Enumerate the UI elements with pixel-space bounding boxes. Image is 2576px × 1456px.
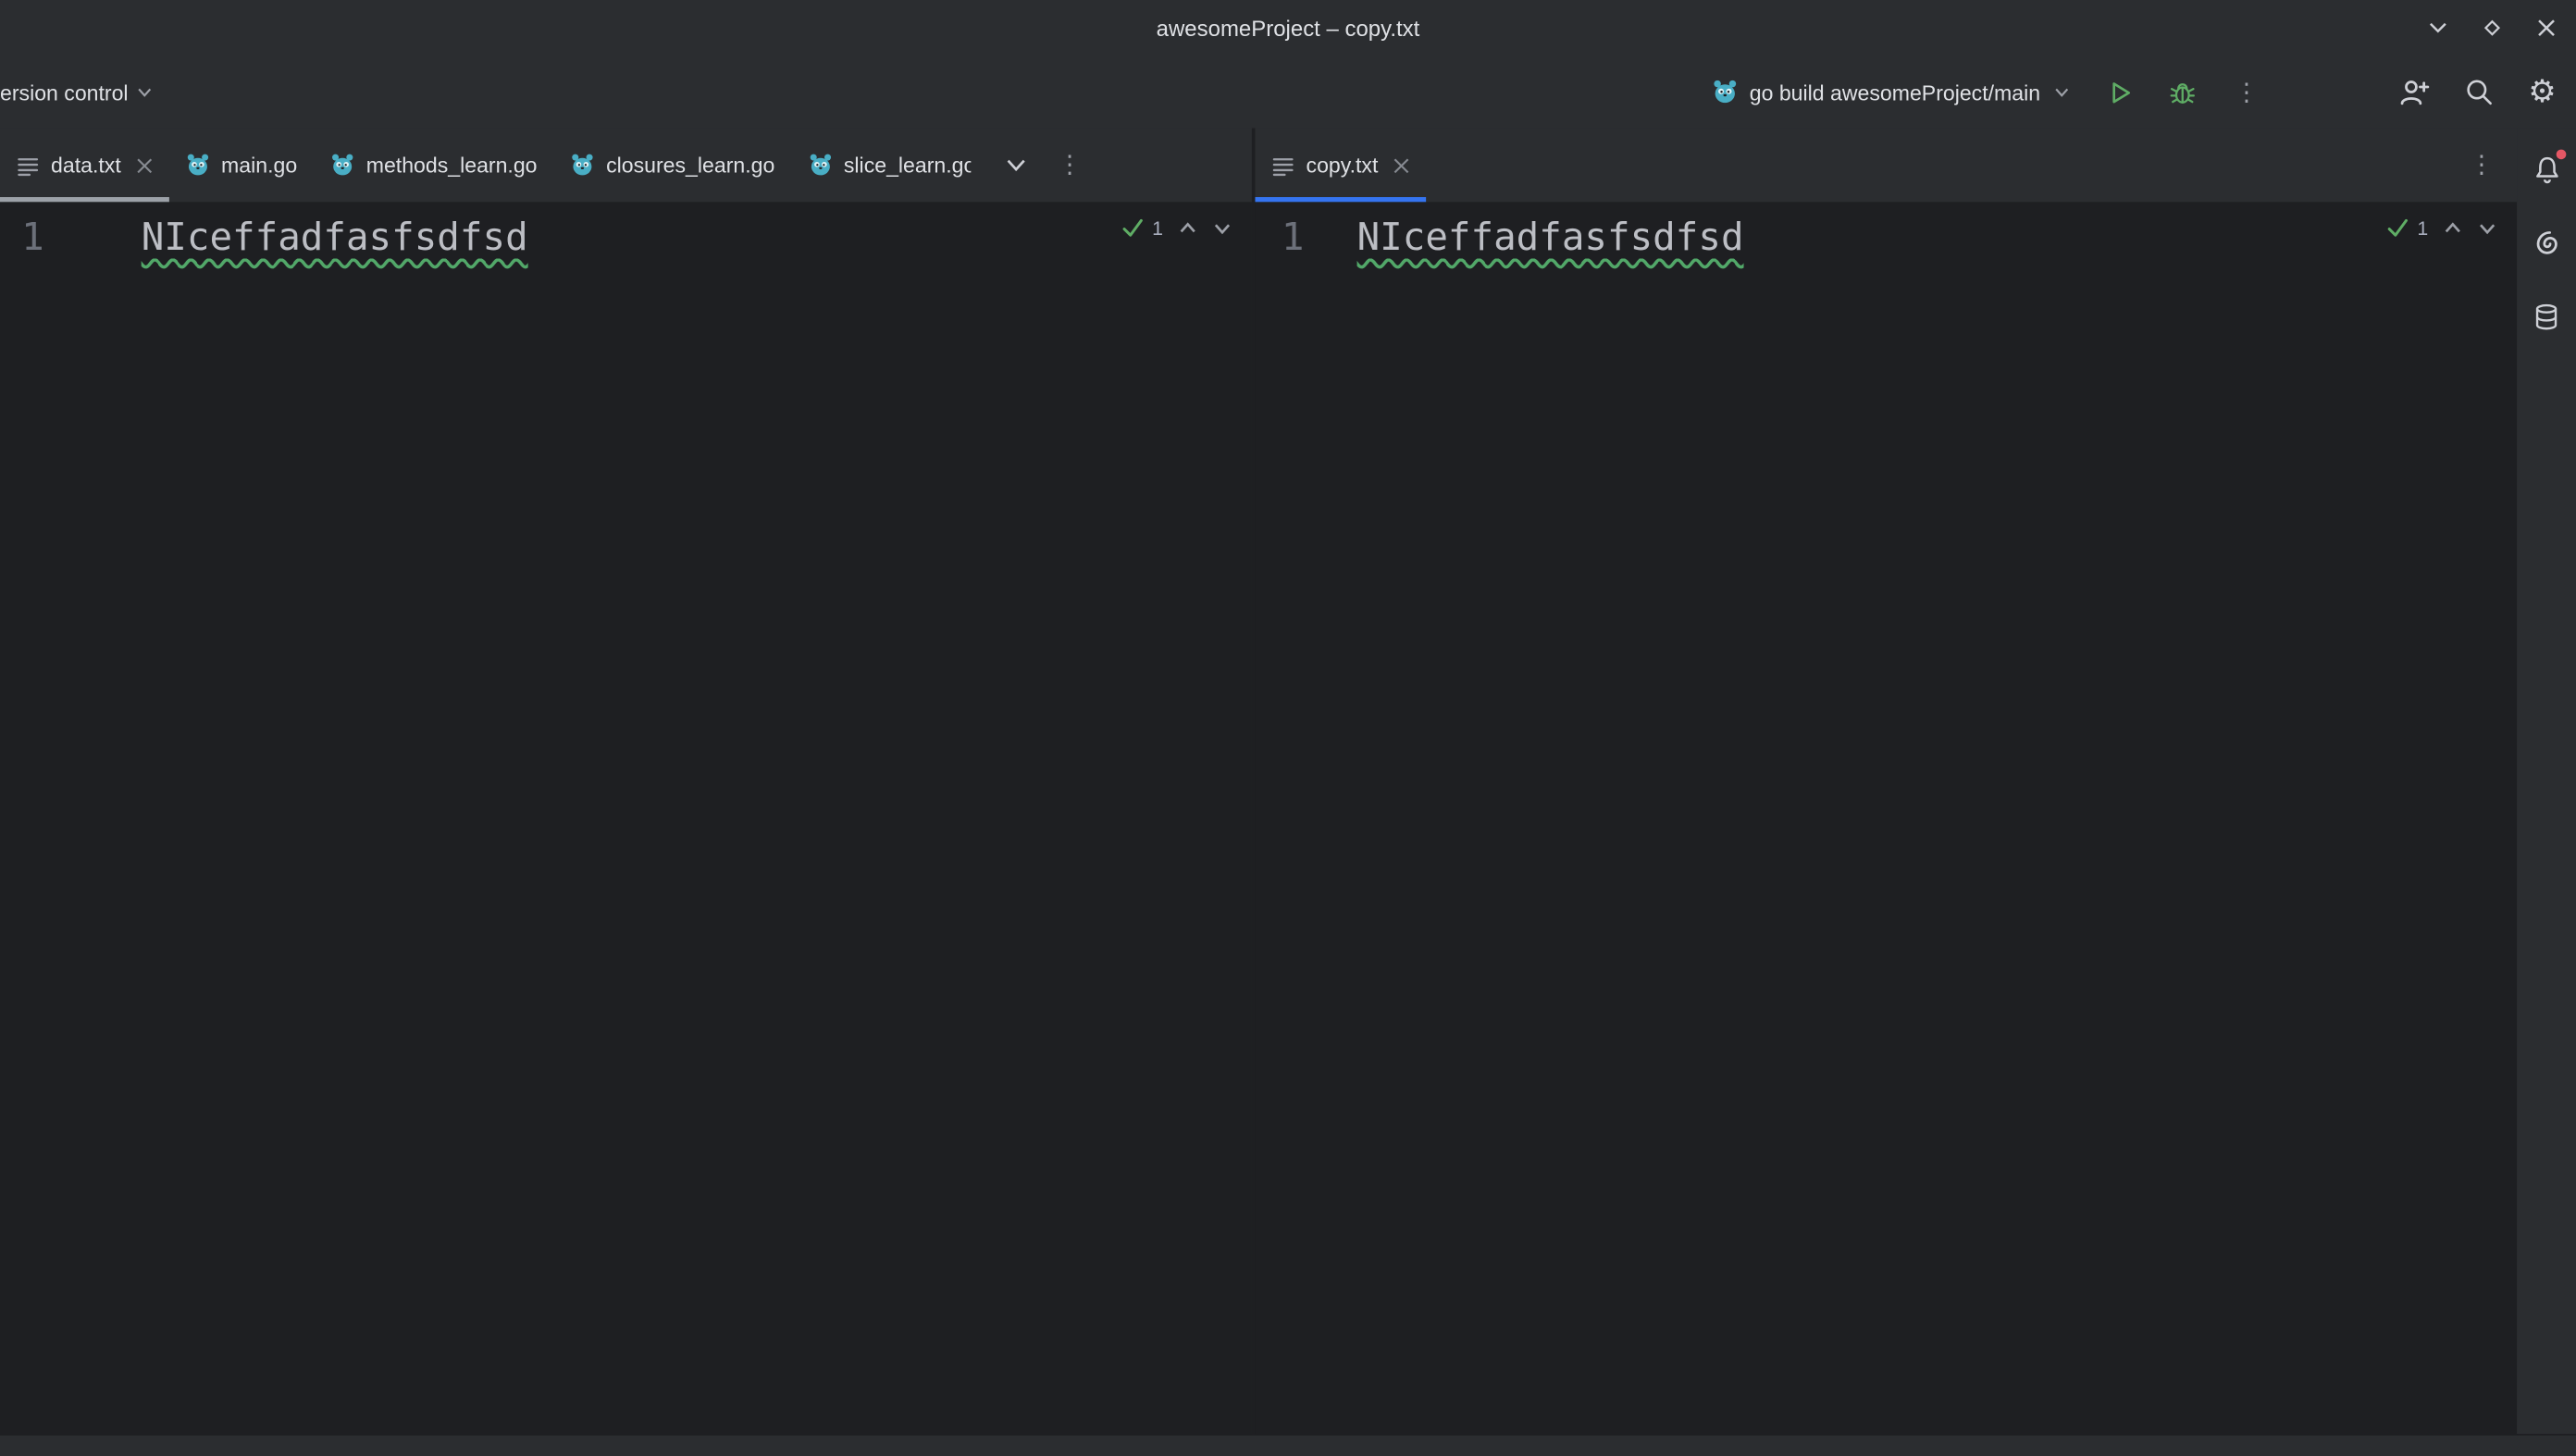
ai-assistant-icon: [2531, 228, 2562, 259]
tab-label: data.txt: [51, 153, 121, 178]
code-line: 1 NIceffadfasfsdfsd: [0, 202, 1252, 261]
tab-strip-right: copy.txt ⋮: [1255, 128, 2517, 202]
maximize-button[interactable]: [2479, 15, 2505, 41]
chevron-down-icon: [2426, 17, 2449, 40]
close-window-button[interactable]: [2533, 15, 2559, 41]
close-tab-button[interactable]: [136, 157, 153, 174]
close-icon: [2536, 19, 2556, 38]
problems-count: 1: [1152, 216, 1163, 239]
minimize-button[interactable]: [2425, 15, 2451, 41]
main-toolbar: ersion control go build awesomeProject/m…: [0, 56, 2576, 128]
prev-problem-button chevron-up-icon[interactable]: [1178, 217, 1197, 237]
inspections-ok-icon[interactable]: [1121, 216, 1146, 241]
title-bar: awesomeProject – copy.txt: [0, 0, 2576, 56]
next-problem-button chevron-down-icon[interactable]: [2477, 217, 2496, 237]
problems-count: 1: [2417, 216, 2428, 239]
line-number: 1: [1255, 216, 1356, 262]
more-actions-button[interactable]: ⋮: [2231, 80, 2262, 105]
chevron-down-icon: [2052, 82, 2072, 102]
tab-label: copy.txt: [1307, 153, 1379, 178]
close-icon: [1393, 157, 1409, 174]
inspection-widget: 1: [2386, 216, 2497, 241]
tab-label: slice_learn.go: [844, 153, 971, 178]
code-text: NIceffadfasfsdfsd: [142, 216, 528, 262]
kebab-icon[interactable]: ⋮: [1054, 153, 1085, 178]
window-title: awesomeProject – copy.txt: [1157, 16, 1420, 41]
run-config-label: go build awesomeProject/main: [1750, 80, 2040, 105]
editor-left[interactable]: 1 NIceffadfasfsdfsd 1: [0, 202, 1252, 1434]
go-file-icon: [185, 153, 210, 178]
editor-right[interactable]: 1 NIceffadfasfsdfsd 1: [1255, 202, 2517, 1434]
text-file-icon: [1271, 154, 1294, 177]
go-gopher-icon: [1712, 79, 1738, 105]
chevron-down-icon: [1003, 153, 1028, 178]
editor-pane-left: data.txt main.go methods_learn.go: [0, 128, 1252, 1434]
tab-label: main.go: [221, 153, 297, 178]
chevron-down-icon: [135, 82, 155, 102]
application-window: awesomeProject – copy.txt ersion control: [0, 0, 2576, 1456]
debug-bug-icon: [2169, 78, 2197, 105]
editor-pane-right: copy.txt ⋮ 1 NIceffadfasfsdfsd 1: [1255, 128, 2517, 1434]
add-user-icon: [2398, 77, 2430, 108]
code-text: NIceffadfasfsdfsd: [1357, 216, 1744, 262]
gear-icon: ⚙: [2528, 77, 2556, 108]
status-bar: [0, 1434, 2576, 1456]
inspections-ok-icon[interactable]: [2386, 216, 2411, 241]
search-icon: [2464, 77, 2494, 106]
line-number: 1: [0, 216, 142, 262]
tab-label: methods_learn.go: [366, 153, 538, 178]
go-file-icon: [330, 153, 355, 178]
run-button[interactable]: [2106, 78, 2134, 105]
ai-assistant-button[interactable]: [2530, 227, 2563, 260]
tab-copy-txt[interactable]: copy.txt: [1255, 128, 1425, 202]
toolbar-right-group: go build awesomeProject/main ⋮: [1712, 77, 2576, 108]
settings-button[interactable]: ⚙: [2528, 77, 2556, 108]
kebab-icon[interactable]: ⋮: [2466, 153, 2497, 178]
show-hidden-tabs-button[interactable]: [1003, 153, 1028, 178]
tab-closures-learn-go[interactable]: closures_learn.go: [553, 128, 791, 202]
search-everywhere-button[interactable]: [2464, 77, 2494, 106]
run-play-icon: [2106, 78, 2134, 105]
tab-label: closures_learn.go: [606, 153, 774, 178]
tab-strip-left: data.txt main.go methods_learn.go: [0, 128, 1252, 202]
close-tab-button[interactable]: [1393, 157, 1409, 174]
text-file-icon: [17, 154, 40, 177]
tab-methods-learn-go[interactable]: methods_learn.go: [314, 128, 553, 202]
close-icon: [136, 157, 153, 174]
inspection-widget: 1: [1121, 216, 1232, 241]
kebab-icon: ⋮: [2231, 80, 2262, 105]
debug-button[interactable]: [2169, 78, 2197, 105]
prev-problem-button chevron-up-icon[interactable]: [2443, 217, 2462, 237]
editor-split-area: data.txt main.go methods_learn.go: [0, 128, 2576, 1434]
diamond-icon: [2481, 17, 2504, 40]
window-controls: [2425, 0, 2560, 56]
next-problem-button chevron-down-icon[interactable]: [1212, 217, 1232, 237]
vcs-widget[interactable]: ersion control: [0, 80, 155, 105]
tab-main-go[interactable]: main.go: [168, 128, 314, 202]
tab-slice-learn-go[interactable]: slice_learn.go: [791, 128, 986, 202]
code-line: 1 NIceffadfasfsdfsd: [1255, 202, 2517, 261]
vcs-label: ersion control: [0, 80, 129, 105]
notifications-button[interactable]: [2530, 153, 2563, 186]
go-file-icon: [808, 153, 833, 178]
code-with-me-button[interactable]: [2398, 77, 2430, 108]
run-configuration-selector[interactable]: go build awesomeProject/main: [1712, 79, 2072, 105]
right-tool-stripe: [2517, 128, 2576, 1434]
notification-badge: [2557, 150, 2567, 160]
go-file-icon: [570, 153, 595, 178]
tab-strip-tools: ⋮: [1003, 153, 1085, 178]
database-icon: [2532, 302, 2561, 332]
tab-data-txt[interactable]: data.txt: [0, 128, 168, 202]
database-button[interactable]: [2530, 301, 2563, 334]
